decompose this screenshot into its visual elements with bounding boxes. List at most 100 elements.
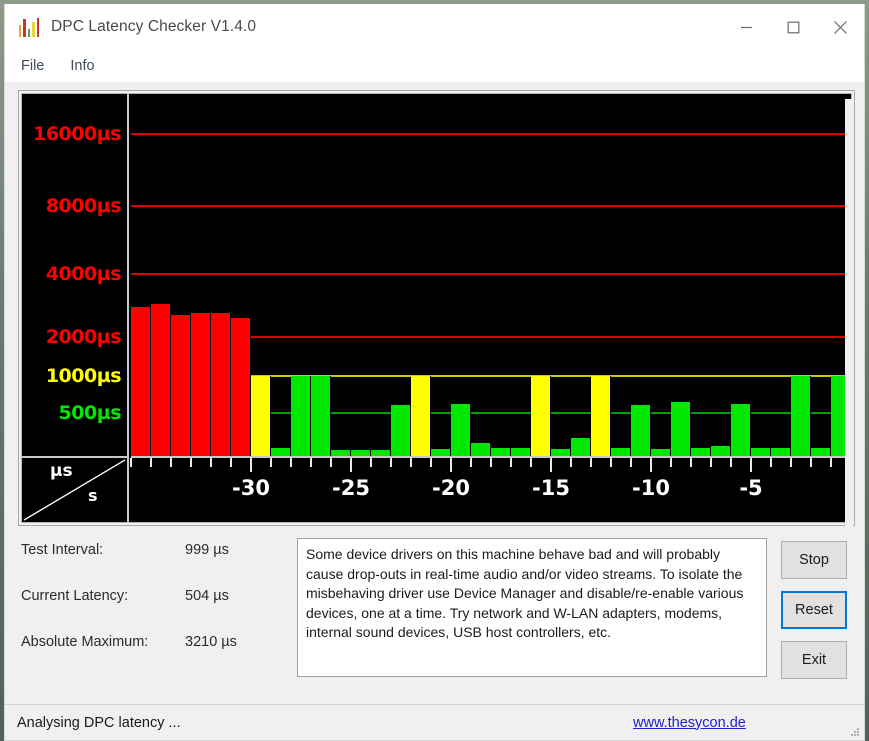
x-tick <box>270 458 272 467</box>
bar <box>191 313 211 463</box>
x-tick <box>130 458 132 467</box>
y-tick-label-500: 500µs <box>58 401 122 424</box>
x-tick <box>189 458 192 467</box>
axis-corner-legend: µs s <box>22 456 129 522</box>
bar <box>131 307 151 463</box>
resize-grip-icon[interactable] <box>848 725 860 737</box>
window-controls <box>723 4 864 50</box>
x-tick <box>410 458 412 467</box>
exit-button[interactable]: Exit <box>781 641 847 679</box>
stat-value: 504 µs <box>185 588 229 604</box>
client-area: 16000µs 8000µs 4000µs 2000µs 1000µs 500µs µs … <box>5 82 864 740</box>
bar <box>231 318 251 463</box>
bar-series <box>131 94 851 463</box>
maximize-icon[interactable] <box>770 4 817 50</box>
bar <box>731 403 751 463</box>
bar <box>671 402 691 463</box>
y-tick-label-4000: 4000µs <box>45 262 122 285</box>
bar <box>791 375 811 463</box>
bar <box>531 375 551 463</box>
x-tick <box>810 458 812 467</box>
latency-graph: 16000µs 8000µs 4000µs 2000µs 1000µs 500µs µs … <box>18 90 855 535</box>
x-tick <box>510 458 512 467</box>
x-axis: -30 -25 -20 -15 -10 -5 <box>130 456 851 522</box>
bar <box>171 314 191 463</box>
stat-label: Current Latency: <box>21 588 129 604</box>
x-axis-unit-label: s <box>88 486 98 505</box>
x-tick <box>289 458 292 467</box>
bar <box>451 403 471 463</box>
description-textbox: Some device drivers on this machine beha… <box>297 538 767 677</box>
window-title: DPC Latency Checker V1.4.0 <box>51 18 257 35</box>
x-tick <box>209 458 212 467</box>
x-tick <box>690 458 692 467</box>
stat-row-current-latency: Current Latency: 504 µs <box>21 588 283 634</box>
bar <box>411 375 431 463</box>
y-axis-unit-label: µs <box>50 461 73 481</box>
x-tick <box>590 458 592 467</box>
x-tick <box>790 458 792 467</box>
x-tick <box>730 458 732 467</box>
x-tick <box>330 458 332 467</box>
x-tick <box>390 458 392 467</box>
x-tick <box>550 458 552 472</box>
status-bar: Analysing DPC latency ... www.thesycon.d… <box>5 704 864 740</box>
x-tick <box>149 458 152 467</box>
x-tick <box>650 458 652 472</box>
close-icon[interactable] <box>817 4 864 50</box>
minimize-icon[interactable] <box>723 4 770 50</box>
menu-item-file[interactable]: File <box>21 58 44 74</box>
x-tick-label--30: -30 <box>232 476 270 500</box>
website-link[interactable]: www.thesycon.de <box>633 715 746 731</box>
stat-row-absolute-maximum: Absolute Maximum: 3210 µs <box>21 634 283 680</box>
diagonal-divider-icon <box>23 459 126 521</box>
x-axis-ticks <box>130 458 851 472</box>
menu-item-info[interactable]: Info <box>70 58 94 74</box>
x-tick <box>670 458 672 467</box>
bar-chart-icon <box>19 17 40 37</box>
stat-value: 3210 µs <box>185 634 237 650</box>
app-window: DPC Latency Checker V1.4.0 File Info 160… <box>4 4 865 741</box>
x-tick-label--5: -5 <box>739 476 763 500</box>
x-tick <box>490 458 492 467</box>
stat-label: Test Interval: <box>21 542 104 558</box>
stop-button[interactable]: Stop <box>781 541 847 579</box>
y-tick-label-1000: 1000µs <box>45 364 122 387</box>
bar <box>251 375 271 463</box>
button-column: Stop Reset Exit <box>781 538 855 704</box>
x-tick <box>310 458 312 467</box>
title-bar: DPC Latency Checker V1.4.0 <box>5 4 864 50</box>
bar <box>391 405 411 463</box>
x-tick <box>769 458 772 467</box>
bar <box>311 375 331 463</box>
x-tick <box>750 458 752 472</box>
x-tick <box>430 458 432 467</box>
x-tick <box>570 458 572 467</box>
y-tick-label-2000: 2000µs <box>45 326 122 349</box>
info-panel: Test Interval: 999 µs Current Latency: 5… <box>5 526 864 704</box>
y-axis-labels: 16000µs 8000µs 4000µs 2000µs 1000µs 500µs <box>22 94 129 463</box>
menu-bar: File Info <box>5 50 864 82</box>
plot-region <box>131 94 851 463</box>
stat-value: 999 µs <box>185 542 229 558</box>
x-tick <box>609 458 612 467</box>
x-tick <box>230 458 232 467</box>
bar <box>291 375 311 463</box>
x-tick <box>350 458 352 472</box>
bar <box>591 375 611 463</box>
y-tick-label-16000: 16000µs <box>33 122 121 145</box>
y-tick-label-8000: 8000µs <box>45 195 122 218</box>
x-tick <box>530 458 532 467</box>
x-tick <box>169 458 172 467</box>
status-message: Analysing DPC latency ... <box>17 714 181 731</box>
x-tick-label--20: -20 <box>432 476 470 500</box>
x-tick <box>369 458 372 467</box>
x-tick-label--10: -10 <box>632 476 670 500</box>
x-tick <box>470 458 472 467</box>
bar <box>151 303 171 463</box>
reset-button[interactable]: Reset <box>781 591 847 629</box>
graph-right-rail <box>845 99 853 535</box>
graph-canvas: 16000µs 8000µs 4000µs 2000µs 1000µs 500µs µs … <box>21 93 852 523</box>
x-tick <box>830 458 832 467</box>
x-tick <box>710 458 712 467</box>
